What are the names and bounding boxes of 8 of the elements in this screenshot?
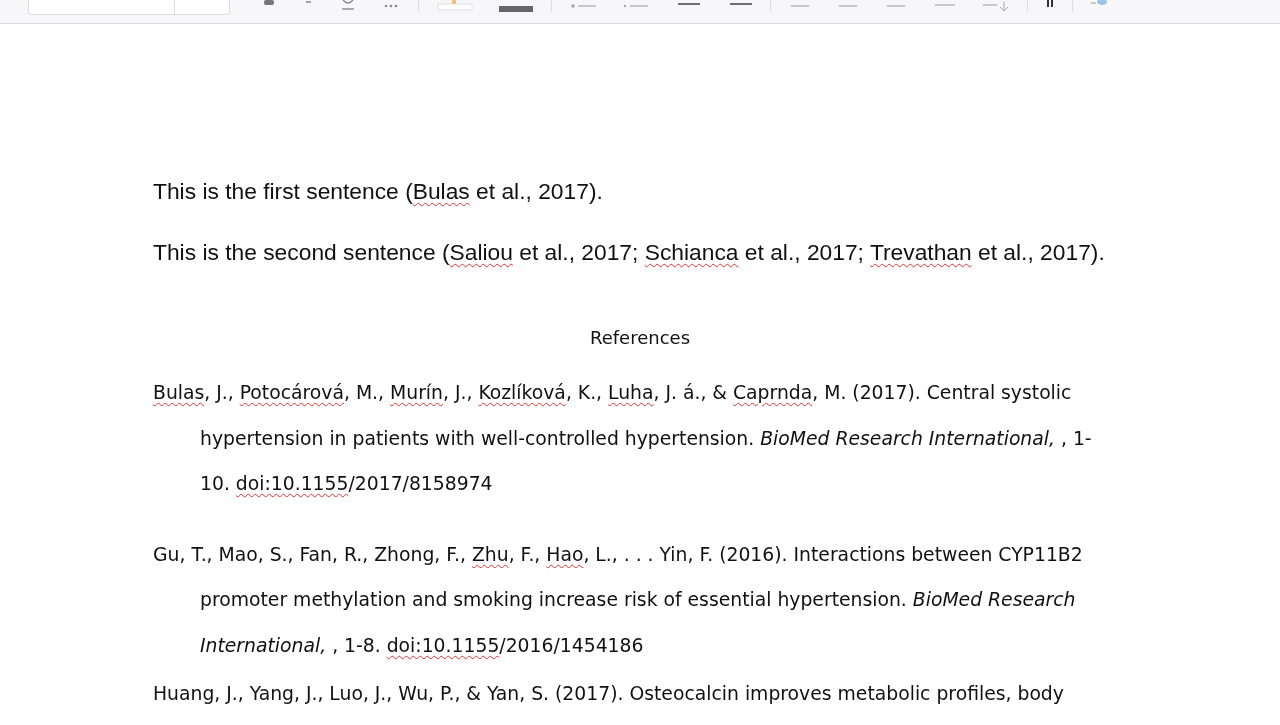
line-spacing-icon[interactable]: [983, 0, 1009, 14]
sentence-text: This is the first sentence (Bulas et al., 2017).: [153, 177, 604, 205]
reference-entry: Gu, T., Mao, S., Fan, R., Zhong, F., Zhu, F., Hao, L., . . . Yin, F. (2016). Interactions between CYP11B2 promoter methylation and smoking increase risk of essential hypertension. BioMed Research International, , 1-8. doi:10.1155/2016/1454186: [153, 542, 1084, 658]
font-field[interactable]: [28, 0, 230, 15]
sentence-text: This is the second sentence (Saliou et al., 2017; Schianca et al., 2017; Trevathan et al., 2017).: [153, 238, 1106, 266]
reference-entry: Huang, J., Yang, J., Luo, J., Wu, P., & Yan, S. (2017). Osteocalcin improves metabolic profiles, body: [153, 682, 1065, 706]
references-heading: References: [589, 326, 691, 350]
reference-entry: Bulas, J., Potocárová, M., Murín, J., Kozlíková, K., Luha, J. á., & Caprnda, M. (2017). Central systolic hypertension in patients with well-controlled hypertension. BioMed Research International, , 1-10. doi:10.1155/2017/8158974: [153, 381, 1093, 496]
